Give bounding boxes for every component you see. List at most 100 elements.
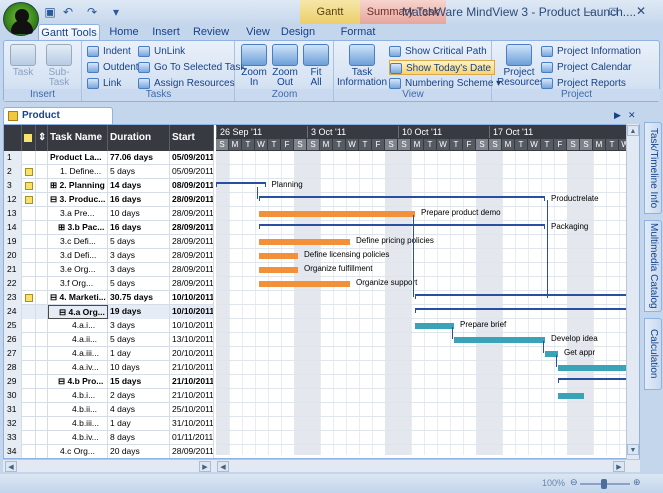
horizontal-scrollbar[interactable]: ◀ ▶ ◀ ▶ xyxy=(3,459,640,472)
link-cell[interactable] xyxy=(36,221,48,235)
start-cell[interactable]: 10/10/2011 xyxy=(170,305,214,319)
start-cell[interactable]: 28/09/2011 xyxy=(170,249,214,263)
link-cell[interactable] xyxy=(36,179,48,193)
task-row[interactable]: 3 ⊞ 2. Planning 14 days 08/09/2011 xyxy=(4,179,214,193)
task-bar[interactable] xyxy=(415,323,454,329)
task-row[interactable]: 33 4.b.iv... 8 days 01/11/2011 xyxy=(4,431,214,445)
task-bar[interactable] xyxy=(558,393,584,399)
link-cell[interactable] xyxy=(36,431,48,445)
link-cell[interactable] xyxy=(36,403,48,417)
task-name-cell[interactable]: ⊟ 4.a Org... xyxy=(48,305,108,319)
task-bar[interactable] xyxy=(259,239,350,245)
document-tab[interactable]: Product Launch.mvdx* xyxy=(3,107,113,137)
task-row[interactable]: 20 3.d Defi... 3 days 28/09/2011 xyxy=(4,249,214,263)
scroll-up-icon[interactable]: ▲ xyxy=(627,125,639,136)
link-cell[interactable] xyxy=(36,151,48,165)
tab-review[interactable]: Review xyxy=(190,24,232,40)
row-number[interactable]: 13 xyxy=(4,207,22,221)
row-number[interactable]: 19 xyxy=(4,235,22,249)
note-cell[interactable] xyxy=(22,151,36,165)
summary-task-bar[interactable] xyxy=(415,294,639,299)
link-cell[interactable] xyxy=(36,389,48,403)
row-number[interactable]: 34 xyxy=(4,445,22,458)
duration-column-header[interactable]: Duration xyxy=(108,125,170,151)
save-icon[interactable]: ▣ xyxy=(42,4,58,20)
tab-insert[interactable]: Insert xyxy=(146,24,186,40)
task-name-cell[interactable]: 4.c Org... xyxy=(48,445,108,458)
note-cell[interactable] xyxy=(22,277,36,291)
indent-button[interactable]: Indent xyxy=(87,44,131,59)
start-cell[interactable]: 28/09/2011 xyxy=(170,235,214,249)
task-bar[interactable] xyxy=(259,281,350,287)
dependency-link[interactable] xyxy=(556,355,557,367)
link-cell[interactable] xyxy=(36,445,48,458)
row-number[interactable]: 12 xyxy=(4,193,22,207)
show-critical-path-button[interactable]: Show Critical Path xyxy=(389,44,487,59)
duration-cell[interactable]: 8 days xyxy=(108,431,170,445)
project-resources-button[interactable]: Project Resources xyxy=(497,44,545,88)
table-scroll-right-icon[interactable]: ▶ xyxy=(199,461,211,472)
task-name-cell[interactable]: 4.b.ii... xyxy=(48,403,108,417)
note-cell[interactable] xyxy=(22,417,36,431)
duration-cell[interactable]: 77.06 days xyxy=(108,151,170,165)
fit-all-button[interactable]: Fit All xyxy=(301,44,331,88)
note-cell[interactable] xyxy=(22,291,36,305)
link-cell[interactable] xyxy=(36,235,48,249)
start-cell[interactable]: 28/09/2011 xyxy=(170,263,214,277)
row-number[interactable]: 25 xyxy=(4,319,22,333)
start-cell[interactable]: 28/09/2011 xyxy=(170,221,214,235)
tab-gantt-tools[interactable]: Gantt Tools xyxy=(38,24,100,40)
start-cell[interactable]: 21/10/2011 xyxy=(170,375,214,389)
task-name-cell[interactable]: ⊟ 4.b Pro... xyxy=(48,375,108,389)
row-number[interactable]: 31 xyxy=(4,403,22,417)
row-number[interactable]: 22 xyxy=(4,277,22,291)
start-cell[interactable]: 28/09/2011 xyxy=(170,193,214,207)
row-number[interactable]: 33 xyxy=(4,431,22,445)
redo-icon[interactable]: ↷ xyxy=(84,4,100,20)
task-name-cell[interactable]: 1. Define... xyxy=(48,165,108,179)
row-number[interactable]: 27 xyxy=(4,347,22,361)
duration-cell[interactable]: 15 days xyxy=(108,375,170,389)
tab-design[interactable]: Design xyxy=(278,24,318,40)
start-cell[interactable]: 13/10/2011 xyxy=(170,333,214,347)
duration-cell[interactable]: 16 days xyxy=(108,193,170,207)
duration-cell[interactable]: 5 days xyxy=(108,235,170,249)
task-row[interactable]: 21 3.e Org... 3 days 28/09/2011 xyxy=(4,263,214,277)
note-cell[interactable] xyxy=(22,375,36,389)
side-tab-calculation[interactable]: Calculation xyxy=(644,318,662,390)
task-bar[interactable] xyxy=(259,267,298,273)
customize-toolbar-icon[interactable]: ▾ xyxy=(108,4,124,20)
note-cell[interactable] xyxy=(22,431,36,445)
link-cell[interactable] xyxy=(36,319,48,333)
start-cell[interactable]: 05/09/2011 xyxy=(170,151,214,165)
link-cell[interactable] xyxy=(36,263,48,277)
close-button[interactable]: ✕ xyxy=(630,3,652,19)
row-number[interactable]: 14 xyxy=(4,221,22,235)
start-cell[interactable]: 21/10/2011 xyxy=(170,361,214,375)
note-icon[interactable] xyxy=(25,294,33,302)
task-name-cell[interactable]: 3.d Defi... xyxy=(48,249,108,263)
task-name-cell[interactable]: 4.b.iv... xyxy=(48,431,108,445)
duration-cell[interactable]: 19 days xyxy=(108,305,170,319)
task-bar[interactable] xyxy=(259,211,415,217)
task-name-cell[interactable]: 4.b.iii... xyxy=(48,417,108,431)
note-cell[interactable] xyxy=(22,361,36,375)
vertical-scrollbar[interactable]: ▲ ▼ xyxy=(626,124,639,459)
task-bar[interactable] xyxy=(454,337,545,343)
link-cell[interactable] xyxy=(36,249,48,263)
note-cell[interactable] xyxy=(22,389,36,403)
duration-cell[interactable]: 2 days xyxy=(108,389,170,403)
zoom-slider-handle[interactable] xyxy=(601,479,607,489)
start-cell[interactable]: 20/10/2011 xyxy=(170,347,214,361)
start-cell[interactable]: 31/10/2011 xyxy=(170,417,214,431)
note-cell[interactable] xyxy=(22,165,36,179)
task-row[interactable]: 24 ⊟ 4.a Org... 19 days 10/10/2011 xyxy=(4,305,214,319)
link-column-header[interactable]: ⇕ xyxy=(36,125,48,151)
row-number[interactable]: 1 xyxy=(4,151,22,165)
close-document-icon[interactable]: ✕ xyxy=(628,110,636,121)
duration-cell[interactable]: 10 days xyxy=(108,361,170,375)
duration-cell[interactable]: 1 day xyxy=(108,347,170,361)
row-number[interactable]: 30 xyxy=(4,389,22,403)
task-name-cell[interactable]: 4.a.ii... xyxy=(48,333,108,347)
duration-cell[interactable]: 3 days xyxy=(108,263,170,277)
